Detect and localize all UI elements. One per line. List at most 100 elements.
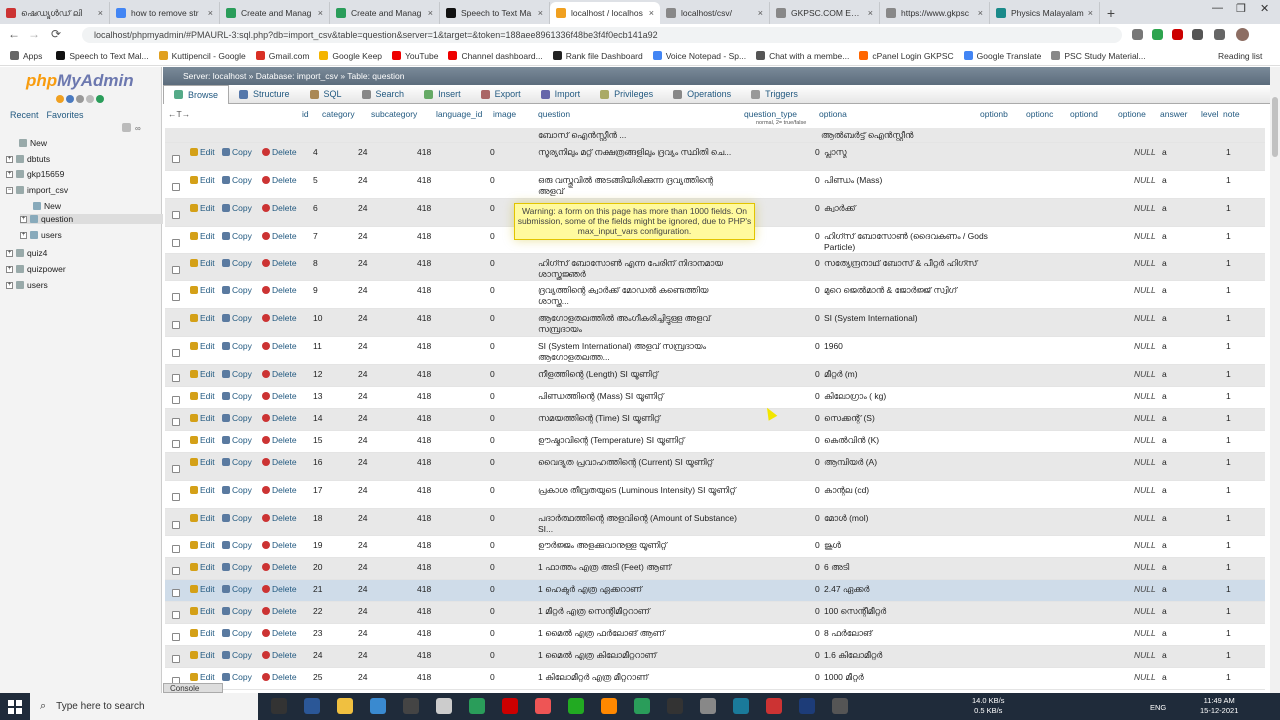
- column-header-category[interactable]: category: [322, 109, 355, 119]
- column-header-optionb[interactable]: optionb: [980, 109, 1008, 119]
- home-icon[interactable]: [56, 95, 64, 103]
- close-icon[interactable]: ×: [649, 8, 654, 18]
- table-row[interactable]: Edit Copy Delete 4 24 418 0 സൂര്യനിലും മറ്റ് നക…: [165, 143, 1265, 171]
- browser-tab[interactable]: how to remove str ×: [110, 2, 220, 24]
- delete-button[interactable]: Delete: [262, 672, 297, 682]
- taskbar-app-icon[interactable]: [337, 698, 353, 714]
- close-icon[interactable]: ×: [538, 8, 543, 18]
- column-header-optione[interactable]: optione: [1118, 109, 1146, 119]
- copy-button[interactable]: Copy: [222, 584, 252, 594]
- browser-tab[interactable]: Create and Manag ×: [330, 2, 440, 24]
- taskbar-app-icon[interactable]: [733, 698, 749, 714]
- copy-button[interactable]: Copy: [222, 650, 252, 660]
- row-checkbox[interactable]: [172, 465, 180, 473]
- bookmark-item[interactable]: Google Keep: [319, 51, 382, 61]
- tree-item[interactable]: + users: [20, 230, 62, 240]
- copy-button[interactable]: Copy: [222, 485, 252, 495]
- expand-icon[interactable]: +: [6, 170, 13, 178]
- row-checkbox[interactable]: [172, 183, 180, 191]
- taskbar-app-icon[interactable]: [403, 698, 419, 714]
- taskbar-app-icon[interactable]: [700, 698, 716, 714]
- extension-icon[interactable]: [1152, 29, 1163, 40]
- row-checkbox[interactable]: [172, 493, 180, 501]
- bookmark-item[interactable]: PSC Study Material...: [1051, 51, 1146, 61]
- clock[interactable]: 11:49 AM 15-12-2021: [1200, 696, 1238, 716]
- close-icon[interactable]: ×: [978, 8, 983, 18]
- taskbar-app-icon[interactable]: [601, 698, 617, 714]
- table-row[interactable]: Edit Copy Delete 10 24 418 0 ആഗോളതലത്തിൽ അംഗീകര…: [165, 309, 1265, 337]
- row-checkbox[interactable]: [172, 396, 180, 404]
- row-checkbox[interactable]: [172, 374, 180, 382]
- edit-button[interactable]: Edit: [190, 628, 215, 638]
- table-row[interactable]: Edit Copy Delete 22 24 418 0 1 മീറ്റർ എത്ര സെന്…: [165, 602, 1265, 624]
- copy-button[interactable]: Copy: [222, 203, 252, 213]
- copy-button[interactable]: Copy: [222, 258, 252, 268]
- bookmark-item[interactable]: YouTube: [392, 51, 438, 61]
- tab-search[interactable]: Search: [352, 85, 415, 104]
- delete-button[interactable]: Delete: [262, 628, 297, 638]
- collapse-icon[interactable]: −: [6, 186, 13, 194]
- browser-tab[interactable]: Speech to Text Ma ×: [440, 2, 550, 24]
- bookmark-item[interactable]: Rank file Dashboard: [552, 51, 643, 61]
- copy-button[interactable]: Copy: [222, 369, 252, 379]
- table-row[interactable]: Edit Copy Delete 12 24 418 0 നീളത്തിന്റെ (Lengt…: [165, 365, 1265, 387]
- edit-button[interactable]: Edit: [190, 457, 215, 467]
- close-icon[interactable]: ×: [428, 8, 433, 18]
- browser-tab[interactable]: localhost / localhos ×: [550, 2, 660, 24]
- column-header-note[interactable]: note: [1223, 109, 1240, 119]
- table-row[interactable]: Edit Copy Delete 24 24 418 0 1 മൈൽ എത്ര കിലോമീറ…: [165, 646, 1265, 668]
- copy-button[interactable]: Copy: [222, 285, 252, 295]
- taskbar-search[interactable]: ⌕ Type here to search: [30, 693, 258, 720]
- column-header-subcategory[interactable]: subcategory: [371, 109, 417, 119]
- table-row[interactable]: Edit Copy Delete 17 24 418 0 പ്രകാശ തീവ്രതയുടെ …: [165, 481, 1265, 509]
- delete-button[interactable]: Delete: [262, 457, 297, 467]
- favorites-tab[interactable]: Favorites: [47, 110, 84, 120]
- taskbar-app-icon[interactable]: [568, 698, 584, 714]
- row-checkbox[interactable]: [172, 589, 180, 597]
- edit-button[interactable]: Edit: [190, 231, 215, 241]
- taskbar-app-icon[interactable]: [304, 698, 320, 714]
- edit-button[interactable]: Edit: [190, 672, 215, 682]
- table-row[interactable]: Edit Copy Delete 11 24 418 0 SI (System Interna…: [165, 337, 1265, 365]
- settings-icon[interactable]: [86, 95, 94, 103]
- extension-icon[interactable]: [1192, 29, 1203, 40]
- tab-export[interactable]: Export: [471, 85, 531, 104]
- tree-item[interactable]: + quiz4: [6, 248, 47, 258]
- row-checkbox[interactable]: [172, 321, 180, 329]
- edit-button[interactable]: Edit: [190, 413, 215, 423]
- table-row[interactable]: Edit Copy Delete 9 24 418 0 ദ്രവ്യത്തിന്റെ ക്വാ…: [165, 281, 1265, 309]
- scrollbar-thumb[interactable]: [1272, 97, 1278, 157]
- row-checkbox[interactable]: [172, 440, 180, 448]
- row-checkbox[interactable]: [172, 238, 180, 247]
- edit-button[interactable]: Edit: [190, 285, 215, 295]
- delete-button[interactable]: Delete: [262, 341, 297, 351]
- breadcrumb-server[interactable]: Server: localhost: [183, 71, 246, 81]
- taskbar-app-icon[interactable]: [535, 698, 551, 714]
- column-header-id[interactable]: id: [302, 109, 309, 119]
- expand-icon[interactable]: +: [6, 155, 13, 163]
- phpmyadmin-logo[interactable]: phpMyAdmin: [26, 71, 134, 91]
- console-toggle[interactable]: Console: [163, 683, 223, 693]
- delete-button[interactable]: Delete: [262, 606, 297, 616]
- expand-icon[interactable]: +: [20, 215, 27, 223]
- browser-tab[interactable]: Physics Malayalam ×: [990, 2, 1100, 24]
- row-checkbox[interactable]: [172, 265, 180, 274]
- edit-button[interactable]: Edit: [190, 341, 215, 351]
- row-checkbox[interactable]: [172, 545, 180, 553]
- language-indicator[interactable]: ENG: [1150, 703, 1166, 713]
- tab-sql[interactable]: SQL: [300, 85, 352, 104]
- browser-tab[interactable]: localhost/csv/ ×: [660, 2, 770, 24]
- url-input[interactable]: localhost/phpmyadmin/#PMAURL-3:sql.php?d…: [82, 27, 1122, 43]
- delete-button[interactable]: Delete: [262, 391, 297, 401]
- bookmark-item[interactable]: cPanel Login GKPSC: [859, 51, 954, 61]
- delete-button[interactable]: Delete: [262, 650, 297, 660]
- delete-button[interactable]: Delete: [262, 285, 297, 295]
- taskbar-app-icon[interactable]: [799, 698, 815, 714]
- bookmark-item[interactable]: Apps: [10, 51, 42, 61]
- forward-icon[interactable]: →: [24, 27, 44, 41]
- docs-icon[interactable]: [76, 95, 84, 103]
- expand-icon[interactable]: +: [6, 249, 13, 257]
- profile-avatar[interactable]: [1236, 28, 1249, 41]
- delete-button[interactable]: Delete: [262, 175, 297, 185]
- taskbar-app-icon[interactable]: [766, 698, 782, 714]
